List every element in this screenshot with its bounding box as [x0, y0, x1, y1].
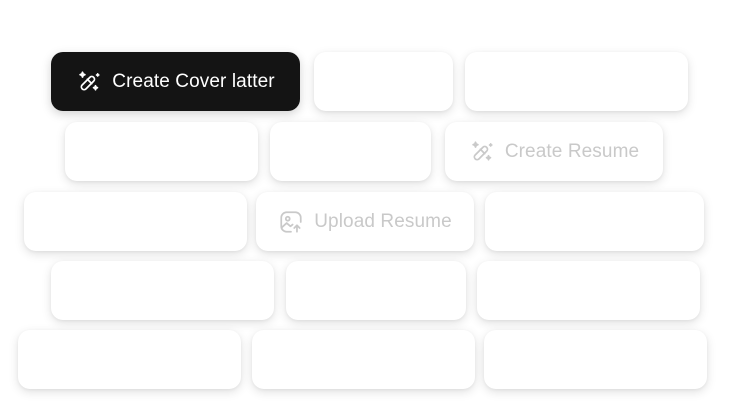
blank-tile [65, 122, 258, 181]
blank-tile [51, 261, 274, 320]
create-cover-letter-label: Create Cover latter [112, 70, 275, 92]
blank-tile [18, 330, 241, 389]
magic-wand-icon [76, 69, 102, 95]
create-resume-label: Create Resume [504, 140, 640, 162]
create-cover-letter-button[interactable]: Create Cover latter [51, 52, 300, 111]
magic-wand-icon [469, 139, 495, 165]
blank-tile [477, 261, 700, 320]
blank-tile [465, 52, 688, 111]
blank-tile [314, 52, 453, 111]
blank-tile [286, 261, 466, 320]
image-upload-icon [278, 209, 304, 235]
blank-tile [252, 330, 475, 389]
blank-tile [270, 122, 431, 181]
blank-tile [24, 192, 247, 251]
upload-resume-label: Upload Resume [314, 210, 452, 232]
blank-tile [485, 192, 704, 251]
create-resume-button[interactable]: Create Resume [445, 122, 663, 181]
blank-tile [484, 330, 707, 389]
button-wall: Create Cover latter Create Resume Upload… [0, 0, 730, 418]
upload-resume-button[interactable]: Upload Resume [256, 192, 474, 251]
